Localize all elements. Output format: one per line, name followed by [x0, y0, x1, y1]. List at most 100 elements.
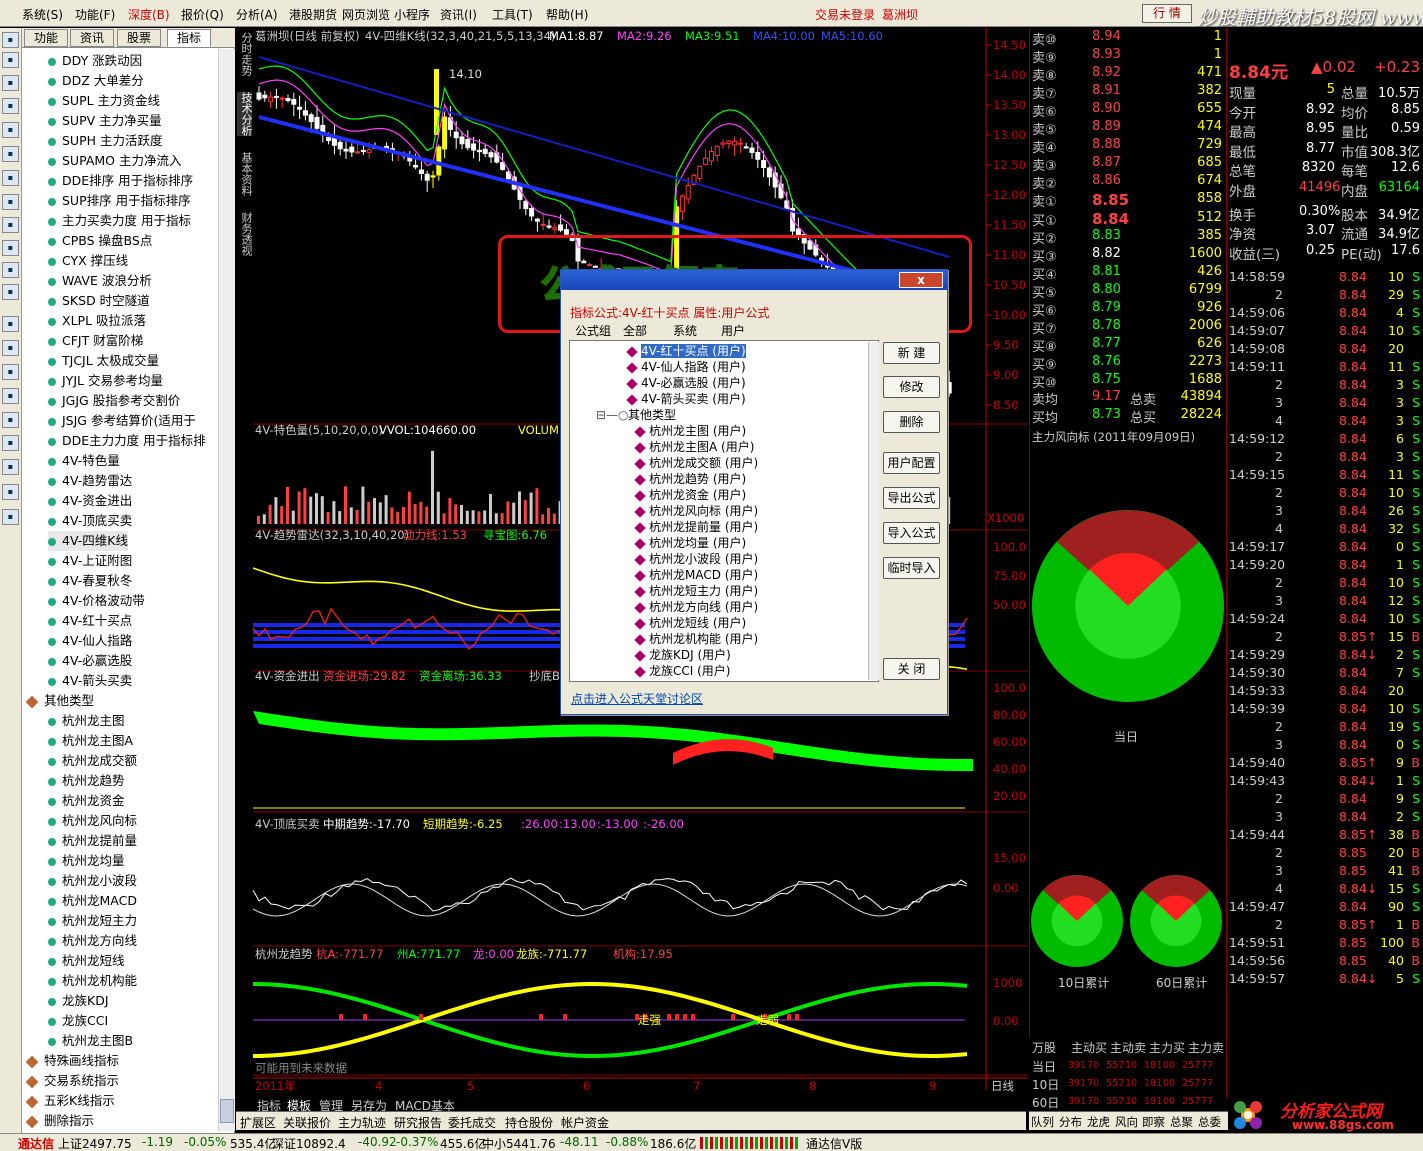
formula-item[interactable]: 杭州龙方向线 (用户) — [634, 599, 758, 615]
tree-item[interactable]: 杭州龙风向标 — [48, 811, 137, 831]
bottom-tab-0[interactable]: 扩展区 — [240, 1114, 276, 1131]
candle-icon[interactable]: ▪ — [2, 98, 19, 114]
formula-item[interactable]: 龙族CCI (用户) — [634, 663, 730, 679]
tree-item[interactable]: DDZ 大单差分 — [48, 71, 144, 91]
dialog-close-icon[interactable]: x — [899, 272, 943, 288]
f10-icon[interactable]: ▪ — [2, 170, 19, 186]
tree-item[interactable]: CFJT 财富阶梯 — [48, 331, 143, 351]
tree-item[interactable]: 杭州龙趋势 — [48, 771, 125, 791]
right-tab-3[interactable]: 风向 — [1115, 1114, 1138, 1130]
news-icon[interactable]: ▪ — [2, 122, 19, 138]
rsi-icon[interactable]: ▪ — [2, 340, 19, 356]
tree-item[interactable]: 杭州龙主图A — [48, 731, 133, 751]
formula-item[interactable]: 杭州龙风向标 (用户) — [634, 503, 758, 519]
forum-link[interactable]: 点击进入公式天堂讨论区 — [571, 690, 703, 707]
bottom-tab-6[interactable]: 帐户资金 — [561, 1114, 609, 1131]
formula-list[interactable]: 4V-红十买点 (用户) 4V-仙人指路 (用户) 4V-必赢选股 (用户) 4V-箭… — [569, 340, 879, 682]
tree-item[interactable]: JYJL 交易参考均量 — [48, 371, 163, 391]
tree-item[interactable]: 杭州龙主图B — [48, 1031, 133, 1051]
formula-folder[interactable]: ⊟—○其他类型 — [596, 407, 676, 423]
tree-item[interactable]: 4V-顶底买卖 — [48, 511, 132, 531]
menu-item-2[interactable]: 深度(B) — [128, 6, 170, 23]
list-icon[interactable]: ▪ — [2, 52, 19, 68]
formula-item[interactable]: 4V-红十买点 (用户) — [626, 343, 746, 359]
formula-item[interactable]: 4V-必赢选股 (用户) — [626, 375, 746, 391]
view-tab-0[interactable]: 分时走势 — [237, 32, 253, 76]
tree-item[interactable]: 杭州龙提前量 — [48, 831, 137, 851]
side-tab-2[interactable]: 股票 — [117, 29, 161, 47]
dialog-button-4[interactable]: 导出公式 — [883, 487, 940, 509]
menu-item-7[interactable]: 小程序 — [394, 6, 430, 23]
right-tab-4[interactable]: 即察 — [1142, 1114, 1165, 1130]
tree-item[interactable]: SUPV 主力净买量 — [48, 111, 162, 131]
menu-item-3[interactable]: 报价(Q) — [181, 6, 224, 23]
etf-icon[interactable]: ▪ — [2, 284, 19, 300]
tree-item[interactable]: 杭州龙成交额 — [48, 751, 137, 771]
tree-scrollbar[interactable] — [218, 49, 235, 1131]
formula-dialog[interactable]: x 指标公式:4V-红十买点 属性:用户公式 公式组 全部 系统 用户 4V-红十买点… — [560, 269, 948, 715]
dialog-tab-0[interactable]: 公式组 — [575, 322, 611, 339]
tree-item[interactable]: 主力买卖力度 用于指标 — [48, 211, 191, 231]
formula-list-scrollbar[interactable] — [868, 342, 879, 680]
tree-item[interactable]: 杭州龙方向线 — [48, 931, 137, 951]
menu-item-0[interactable]: 系统(S) — [22, 6, 63, 23]
tree-item[interactable]: 4V-资金进出 — [48, 491, 132, 511]
tree-item[interactable]: 杭州龙MACD — [48, 891, 137, 911]
scroll-thumb[interactable] — [220, 1099, 234, 1123]
side-tab-3[interactable]: 指标 — [167, 29, 211, 47]
view-tab-3[interactable]: 财务透视 — [237, 212, 253, 256]
formula-item[interactable]: 杭州龙趋势 (用户) — [634, 471, 746, 487]
bottom-tab-5[interactable]: 持仓股份 — [505, 1114, 553, 1131]
formula-item[interactable]: 杭州龙机构能 (用户) — [634, 631, 758, 647]
dialog-tab-1[interactable]: 全部 — [623, 322, 647, 339]
right-tab-1[interactable]: 分布 — [1059, 1114, 1082, 1130]
tree-item[interactable]: 4V-上证附图 — [48, 551, 132, 571]
formula-item[interactable]: 杭州龙小波段 (用户) — [634, 551, 758, 567]
formula-item[interactable]: 杭州龙主图A (用户) — [634, 439, 754, 455]
view-tab-2[interactable]: 基本资料 — [237, 152, 253, 196]
tree-item[interactable]: 杭州龙均量 — [48, 851, 125, 871]
quote-toggle-button[interactable]: 行 情 — [1142, 4, 1192, 23]
tree-item[interactable]: 4V-红十买点 — [48, 611, 132, 631]
tree-item[interactable]: CPBS 操盘BS点 — [48, 231, 152, 251]
bottom-tab-2[interactable]: 主力轨迹 — [338, 1114, 386, 1131]
tree-item[interactable]: 4V-价格波动带 — [48, 591, 145, 611]
tree-item[interactable]: 杭州龙短主力 — [48, 911, 137, 931]
tree-item[interactable]: 4V-特色量 — [48, 451, 120, 471]
dialog-tab-2[interactable]: 系统 — [673, 322, 697, 339]
tree-item[interactable]: SUP排序 用于指标排序 — [48, 191, 191, 211]
tree-item[interactable]: 杭州龙机构能 — [48, 971, 137, 991]
menu-item-10[interactable]: 帮助(H) — [546, 6, 588, 23]
tree-item[interactable]: SUPL 主力资金线 — [48, 91, 160, 111]
target-icon[interactable]: ▪ — [2, 459, 19, 475]
dialog-button-7[interactable]: 关 闭 — [883, 658, 940, 680]
tree-item[interactable]: DDY 涨跌动因 — [48, 51, 142, 71]
side-tab-0[interactable]: 功能 — [24, 29, 68, 47]
tree-folder[interactable]: 特殊画线指标 — [25, 1051, 119, 1071]
tree-item[interactable]: DDE排序 用于指标排序 — [48, 171, 193, 191]
tree-folder[interactable]: 删除指示 — [25, 1111, 94, 1131]
tree-item[interactable]: SKSD 时空隧道 — [48, 291, 150, 311]
formula-item[interactable]: 杭州龙提前量 (用户) — [634, 519, 758, 535]
formula-item[interactable]: 杭州龙短线 (用户) — [634, 615, 746, 631]
formula-item[interactable]: 4V-箭头买卖 (用户) — [626, 391, 746, 407]
tree-item[interactable]: JSJG 参考结算价(适用于 — [48, 411, 196, 431]
tree-item[interactable]: 4V-春夏秋冬 — [48, 571, 132, 591]
down-icon[interactable]: ▪ — [2, 509, 19, 525]
right-tab-2[interactable]: 龙虎 — [1087, 1114, 1110, 1130]
users-icon[interactable]: ▪ — [2, 217, 19, 233]
tree-item[interactable]: JGJG 股指参考交割价 — [48, 391, 180, 411]
menu-item-6[interactable]: 网页浏览 — [342, 6, 390, 23]
tree-item[interactable]: TJCJL 太极成交量 — [48, 351, 159, 371]
formula-item[interactable]: 龙族KDJ (用户) — [634, 647, 731, 663]
formula-item[interactable]: 杭州龙短主力 (用户) — [634, 583, 758, 599]
fin-icon[interactable]: ▪ — [2, 146, 19, 162]
dialog-button-3[interactable]: 用户配置 — [883, 452, 940, 474]
wave-icon[interactable]: ▪ — [2, 316, 19, 332]
formula-item[interactable]: 杭州龙均量 (用户) — [634, 535, 746, 551]
tree-item[interactable]: 杭州龙主图 — [48, 711, 125, 731]
menu-item-1[interactable]: 功能(F) — [75, 6, 115, 23]
arrow-icon[interactable]: ▪ — [2, 435, 19, 451]
tree-item[interactable]: DDE主力力度 用于指标排 — [48, 431, 206, 451]
tree-item[interactable]: 4V-必赢选股 — [48, 651, 132, 671]
